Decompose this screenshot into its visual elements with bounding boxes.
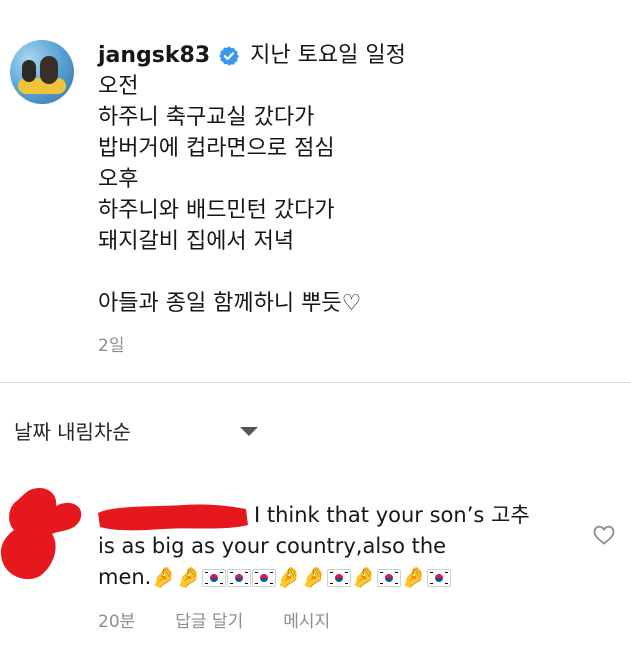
caption-line: 밥버거에 컵라면으로 점심 <box>98 136 335 161</box>
comment-timestamp: 20분 <box>98 612 136 632</box>
pinching-hand-emoji-icon: 🤌 <box>151 565 177 589</box>
south-korea-flag-icon <box>326 566 351 590</box>
pinching-hand-emoji-icon: 🤌 <box>351 565 377 589</box>
south-korea-flag-icon <box>376 566 401 590</box>
caption-text: jangsk83 지난 토요일 일정 오전 하주니 축구교실 갔다가 밥버거에 … <box>98 40 618 319</box>
divider <box>0 382 631 383</box>
comment-line: I think that your son’s 고추 <box>254 503 530 527</box>
message-button[interactable]: 메시지 <box>283 607 330 632</box>
redacted-avatar <box>0 487 82 580</box>
caret-down-icon[interactable] <box>240 427 258 436</box>
comment-actions: 20분 답글 달기 메시지 <box>98 607 370 632</box>
pinching-hand-emoji-icon: 🤌 <box>401 565 427 589</box>
south-korea-flag-icon <box>226 566 251 590</box>
like-heart-icon[interactable] <box>592 523 616 547</box>
caption-line: 하주니 축구교실 갔다가 <box>98 105 315 130</box>
caption-line: 오후 <box>98 167 139 192</box>
pinching-hand-emoji-icon: 🤌 <box>276 565 302 589</box>
comment-sort-dropdown[interactable]: 날짜 내림차순 <box>14 416 131 445</box>
username-link[interactable]: jangsk83 <box>98 40 210 71</box>
sort-label: 날짜 내림차순 <box>14 420 131 444</box>
caption-line: 아들과 종일 함께하니 뿌듯♡ <box>98 291 362 316</box>
post-title: 지난 토요일 일정 <box>250 43 406 68</box>
pinching-hand-emoji-icon: 🤌 <box>301 565 327 589</box>
reply-button[interactable]: 답글 달기 <box>175 607 243 632</box>
post-timestamp: 2일 <box>98 336 125 356</box>
south-korea-flag-icon <box>251 566 276 590</box>
caption-line: 오전 <box>98 74 139 99</box>
profile-avatar[interactable] <box>10 40 74 104</box>
caption-line: 돼지갈비 집에서 저녁 <box>98 229 295 254</box>
comment-text: I think that your son’s 고추 is as big as … <box>98 500 558 593</box>
south-korea-flag-icon <box>201 566 226 590</box>
pinching-hand-emoji-icon: 🤌 <box>176 565 202 589</box>
post-caption: jangsk83 지난 토요일 일정 오전 하주니 축구교실 갔다가 밥버거에 … <box>0 0 631 380</box>
comment-line: men. 🤌 🤌 🤌 🤌 🤌 🤌 <box>98 562 558 593</box>
comment-line-text: men. <box>98 565 152 589</box>
comment-line: is as big as your country,also the <box>98 534 447 558</box>
south-korea-flag-icon <box>426 566 451 590</box>
caption-line <box>98 257 618 288</box>
verified-badge-icon <box>219 45 240 66</box>
caption-line: 하주니와 배드민턴 갔다가 <box>98 198 335 223</box>
